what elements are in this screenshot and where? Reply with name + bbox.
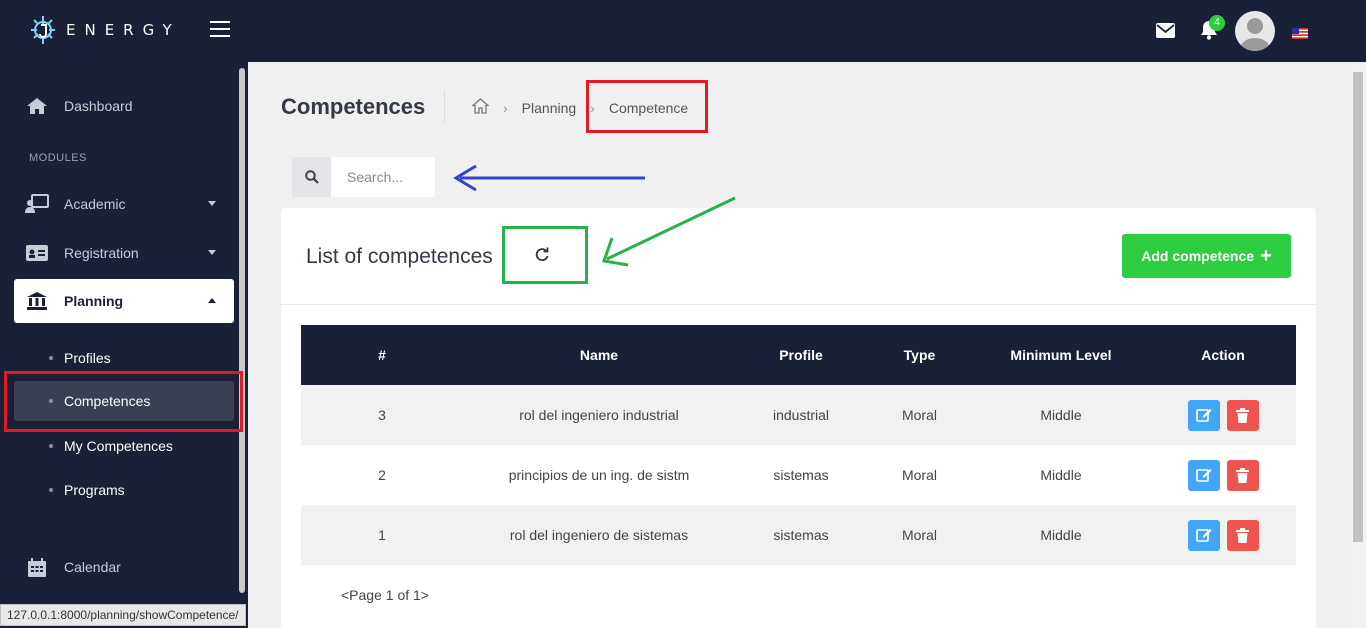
mail-icon[interactable] bbox=[1156, 23, 1175, 43]
highlight-box-breadcrumb bbox=[586, 80, 708, 133]
status-bar-url: 127.0.0.1:8000/planning/showCompetence/ bbox=[0, 604, 246, 626]
edit-button[interactable] bbox=[1187, 399, 1220, 431]
highlight-box-refresh bbox=[502, 226, 588, 284]
sidebar-subitem-label: Programs bbox=[64, 482, 125, 498]
sidebar-item-calendar[interactable]: Calendar bbox=[14, 545, 234, 589]
edit-button[interactable] bbox=[1187, 459, 1220, 491]
column-header-name[interactable]: Name bbox=[463, 325, 735, 385]
column-header-action: Action bbox=[1150, 325, 1296, 385]
cell-level: Middle bbox=[972, 445, 1150, 505]
sidebar-item-label: Calendar bbox=[64, 559, 121, 575]
cell-actions bbox=[1150, 445, 1296, 505]
sidebar-subitem-label: Profiles bbox=[64, 350, 111, 366]
institution-icon bbox=[24, 292, 50, 310]
chevron-down-icon bbox=[208, 250, 216, 255]
calendar-icon bbox=[24, 557, 50, 577]
sidebar-scrollbar[interactable] bbox=[239, 68, 245, 593]
sidebar-item-academic[interactable]: Academic bbox=[14, 182, 234, 226]
trash-icon bbox=[1236, 407, 1249, 423]
title-divider bbox=[444, 90, 445, 124]
avatar[interactable] bbox=[1235, 11, 1275, 51]
cell-actions bbox=[1150, 505, 1296, 565]
cell-num: 2 bbox=[301, 445, 463, 505]
edit-icon bbox=[1195, 529, 1211, 542]
cell-name: rol del ingeniero industrial bbox=[463, 385, 735, 445]
column-header-type[interactable]: Type bbox=[867, 325, 972, 385]
table-header-row: # Name Profile Type Minimum Level Action bbox=[301, 325, 1296, 385]
search-input[interactable] bbox=[331, 157, 435, 197]
column-header-level[interactable]: Minimum Level bbox=[972, 325, 1150, 385]
energy-logo-icon bbox=[31, 16, 55, 44]
cell-profile: industrial bbox=[735, 385, 867, 445]
card-title: List of competences bbox=[306, 245, 493, 268]
cell-level: Middle bbox=[972, 505, 1150, 565]
cell-type: Moral bbox=[867, 505, 972, 565]
column-header-num[interactable]: # bbox=[301, 325, 463, 385]
highlight-box-competences bbox=[4, 371, 243, 432]
search-box bbox=[292, 157, 435, 197]
blue-arrow-annotation bbox=[453, 164, 645, 192]
table-row: 1 rol del ingeniero de sistemas sistemas… bbox=[301, 505, 1296, 565]
chevron-up-icon bbox=[208, 298, 216, 303]
breadcrumb-planning[interactable]: Planning bbox=[522, 100, 577, 116]
sidebar-item-registration[interactable]: Registration bbox=[14, 231, 234, 275]
id-card-icon bbox=[24, 245, 50, 261]
add-competence-label: Add competence bbox=[1141, 248, 1255, 264]
table-row: 2 principios de un ing. de sistm sistema… bbox=[301, 445, 1296, 505]
search-icon[interactable] bbox=[292, 157, 331, 197]
edit-button[interactable] bbox=[1187, 519, 1220, 551]
logo[interactable]: ENERGY bbox=[28, 14, 181, 46]
cell-profile: sistemas bbox=[735, 445, 867, 505]
cell-level: Middle bbox=[972, 385, 1150, 445]
edit-icon bbox=[1195, 409, 1211, 422]
edit-icon bbox=[1195, 469, 1211, 482]
pagination[interactable]: <Page 1 of 1> bbox=[341, 587, 429, 603]
home-icon[interactable] bbox=[471, 98, 490, 117]
sidebar-item-label: Planning bbox=[64, 293, 124, 309]
card-divider bbox=[281, 304, 1316, 305]
cell-num: 1 bbox=[301, 505, 463, 565]
trash-icon bbox=[1236, 527, 1249, 543]
sidebar-item-planning[interactable]: Planning bbox=[14, 279, 234, 323]
notification-badge: 4 bbox=[1209, 15, 1225, 31]
sidebar-subitem-my-competences[interactable]: My Competences bbox=[14, 426, 234, 466]
cell-actions bbox=[1150, 385, 1296, 445]
add-competence-button[interactable]: Add competence + bbox=[1122, 234, 1291, 278]
hamburger-icon[interactable] bbox=[210, 21, 230, 39]
teacher-board-icon bbox=[24, 194, 50, 214]
delete-button[interactable] bbox=[1226, 399, 1259, 431]
sidebar-subitem-programs[interactable]: Programs bbox=[14, 470, 234, 510]
us-flag-icon[interactable] bbox=[1292, 26, 1308, 39]
sidebar-subitem-label: My Competences bbox=[64, 438, 173, 454]
top-bar: ENERGY 4 bbox=[0, 0, 1366, 62]
plus-icon: + bbox=[1260, 245, 1272, 267]
table-row: 3 rol del ingeniero industrial industria… bbox=[301, 385, 1296, 445]
bullet-icon bbox=[49, 356, 53, 360]
logo-text: ENERGY bbox=[66, 21, 181, 39]
chevron-right-icon: › bbox=[503, 99, 508, 116]
bullet-icon bbox=[49, 444, 53, 448]
bullet-icon bbox=[49, 488, 53, 492]
chevron-down-icon bbox=[208, 201, 216, 206]
sidebar-item-label: Academic bbox=[64, 196, 126, 212]
sidebar-item-label: Registration bbox=[64, 245, 139, 261]
delete-button[interactable] bbox=[1226, 519, 1259, 551]
sidebar-item-dashboard[interactable]: Dashboard bbox=[14, 84, 234, 128]
trash-icon bbox=[1236, 467, 1249, 483]
sidebar-section-label: MODULES bbox=[29, 152, 87, 164]
home-icon bbox=[24, 97, 50, 115]
sidebar-item-label: Dashboard bbox=[64, 98, 133, 114]
column-header-profile[interactable]: Profile bbox=[735, 325, 867, 385]
cell-profile: sistemas bbox=[735, 505, 867, 565]
competences-table: # Name Profile Type Minimum Level Action… bbox=[301, 325, 1296, 565]
page-title: Competences bbox=[281, 94, 426, 119]
cell-name: rol del ingeniero de sistemas bbox=[463, 505, 735, 565]
page-scrollbar[interactable] bbox=[1350, 62, 1366, 628]
cell-type: Moral bbox=[867, 385, 972, 445]
cell-type: Moral bbox=[867, 445, 972, 505]
cell-name: principios de un ing. de sistm bbox=[463, 445, 735, 505]
delete-button[interactable] bbox=[1226, 459, 1259, 491]
cell-num: 3 bbox=[301, 385, 463, 445]
